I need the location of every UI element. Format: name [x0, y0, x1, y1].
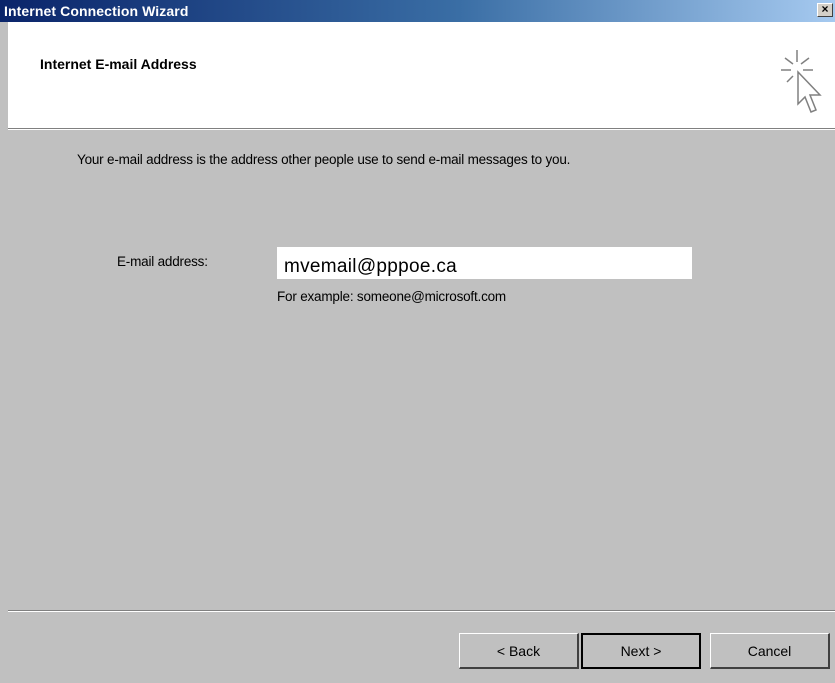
page-heading: Internet E-mail Address — [40, 56, 197, 72]
window-frame-left — [0, 22, 8, 683]
footer-separator — [8, 610, 835, 612]
back-button[interactable]: < Back — [459, 633, 579, 669]
intro-text: Your e-mail address is the address other… — [77, 152, 571, 167]
email-address-label: E-mail address: — [117, 254, 208, 269]
next-button[interactable]: Next > — [581, 633, 701, 669]
cancel-button[interactable]: Cancel — [710, 633, 830, 669]
window-title: Internet Connection Wizard — [4, 3, 189, 19]
wizard-header: Internet E-mail Address — [8, 22, 835, 128]
close-button[interactable]: × — [817, 3, 833, 17]
wizard-cursor-sparkle-icon — [781, 50, 822, 113]
email-address-input[interactable]: mvemail@pppoe.ca — [277, 247, 692, 279]
header-separator — [8, 128, 835, 130]
example-hint: For example: someone@microsoft.com — [277, 289, 506, 304]
title-bar: Internet Connection Wizard × — [0, 0, 835, 22]
